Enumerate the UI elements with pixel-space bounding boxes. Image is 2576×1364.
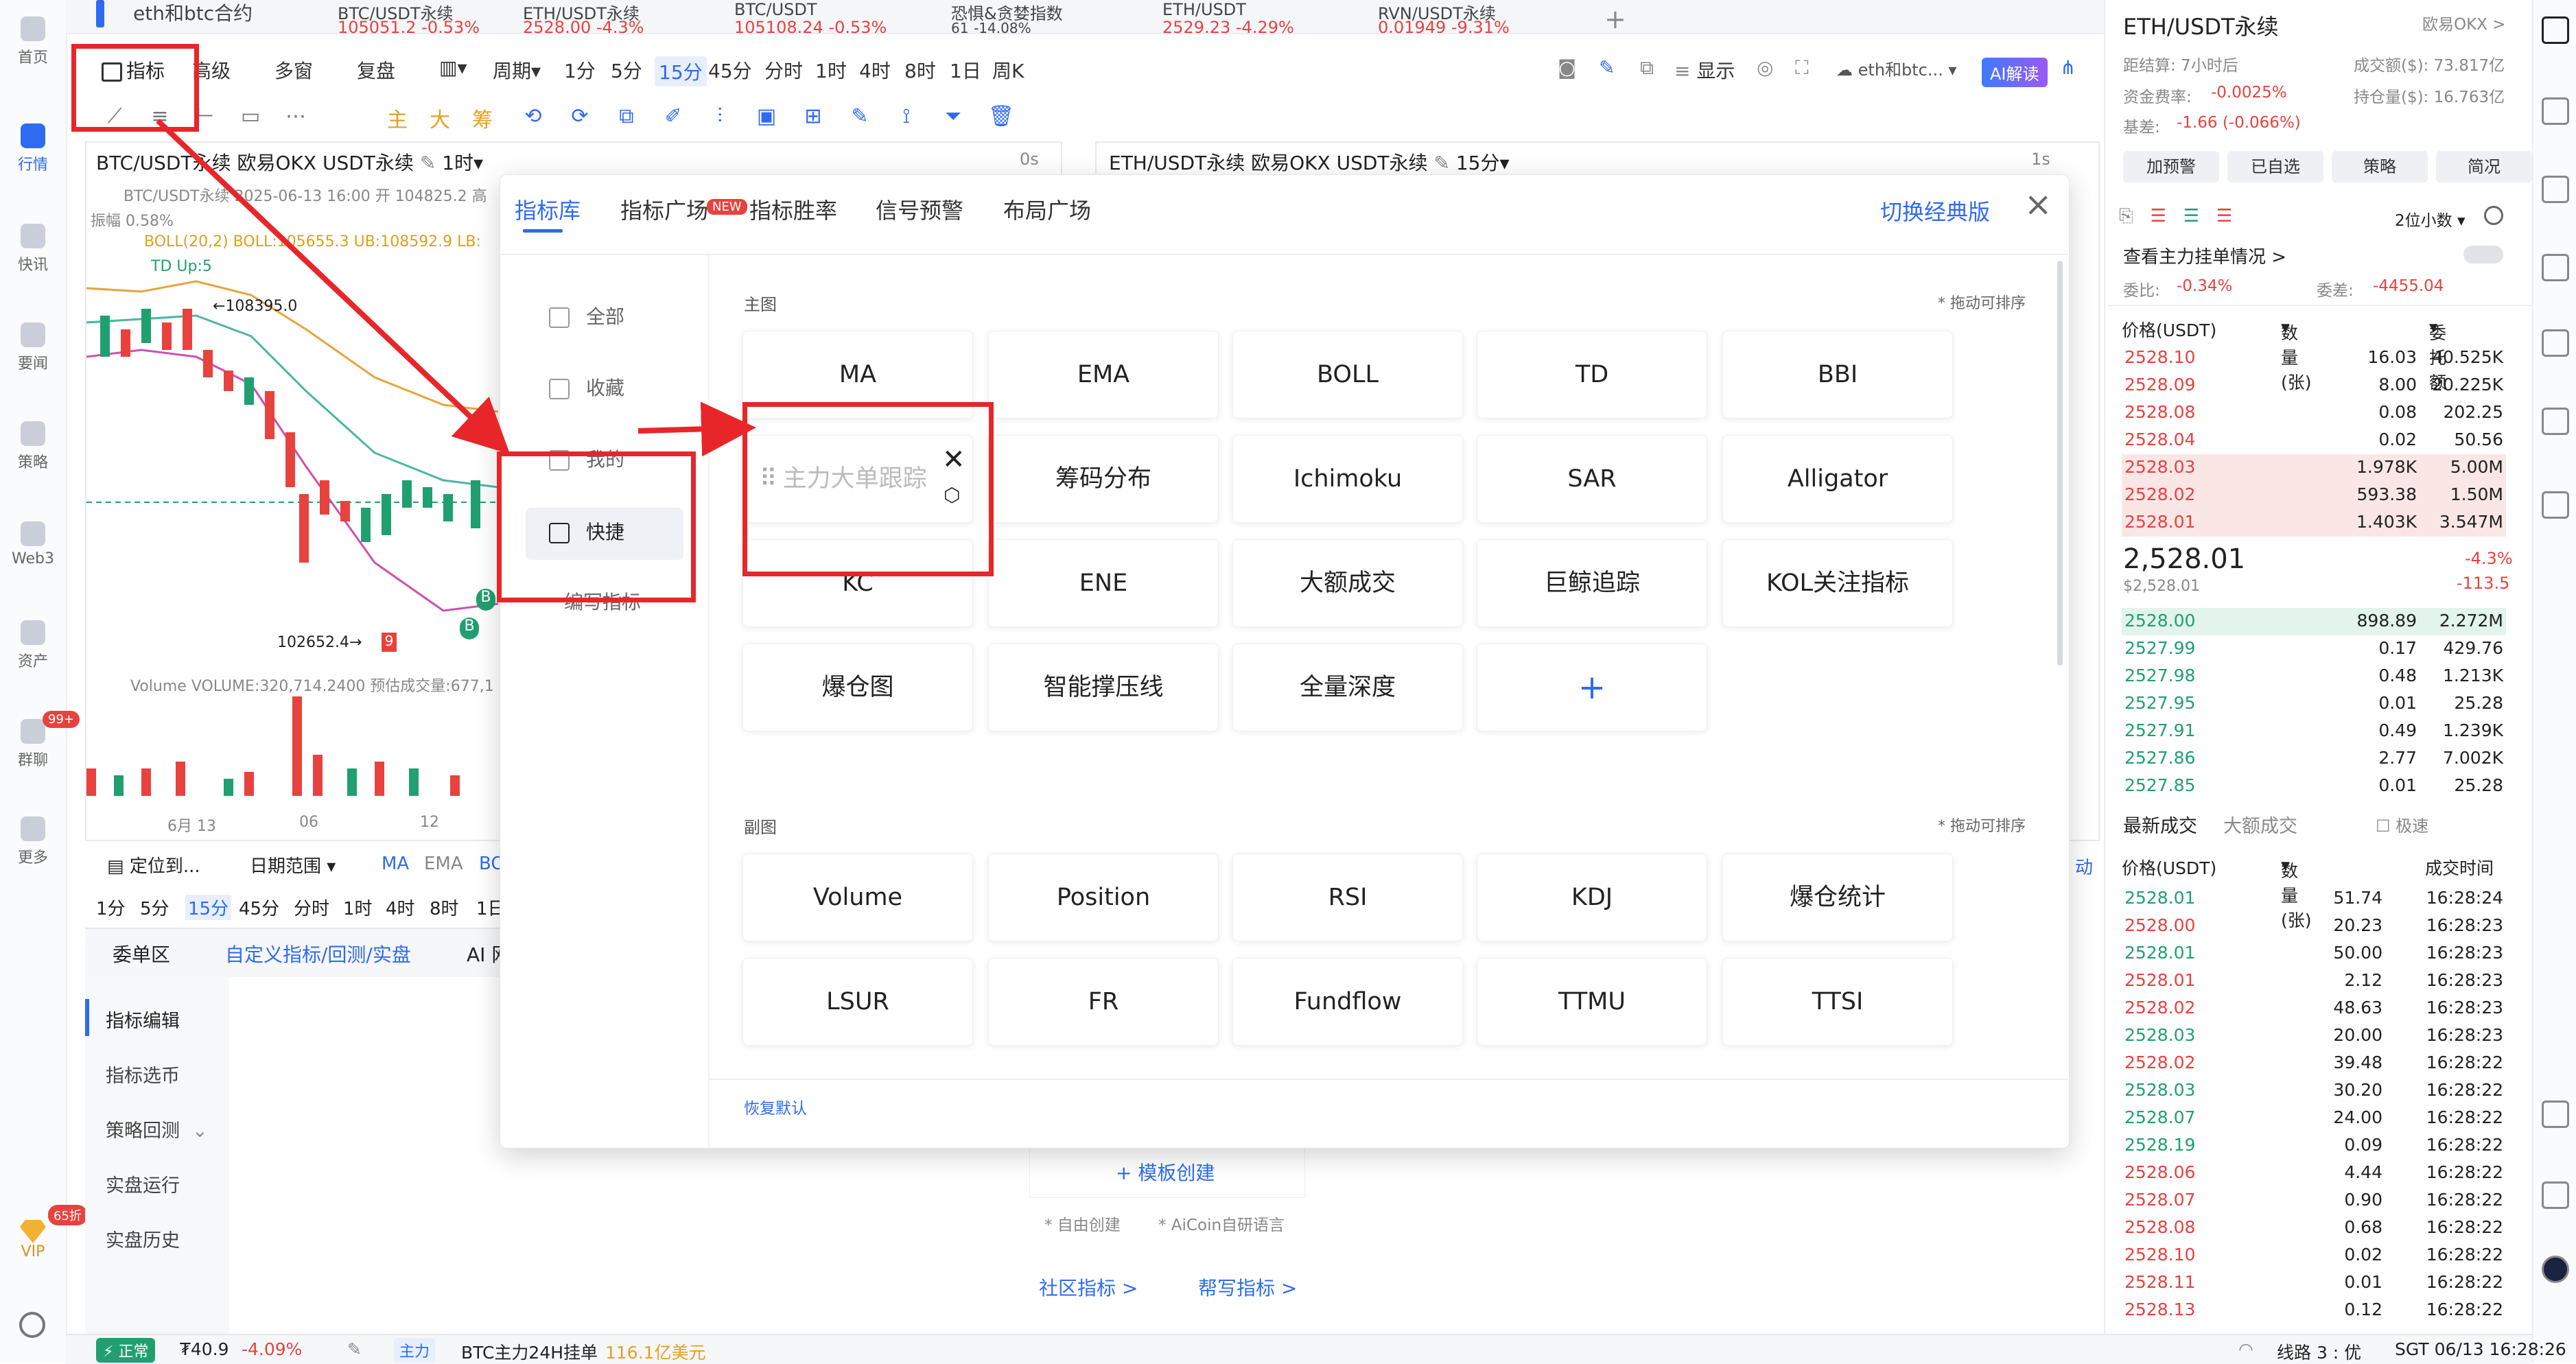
annotation-arrows: [156, 119, 756, 457]
